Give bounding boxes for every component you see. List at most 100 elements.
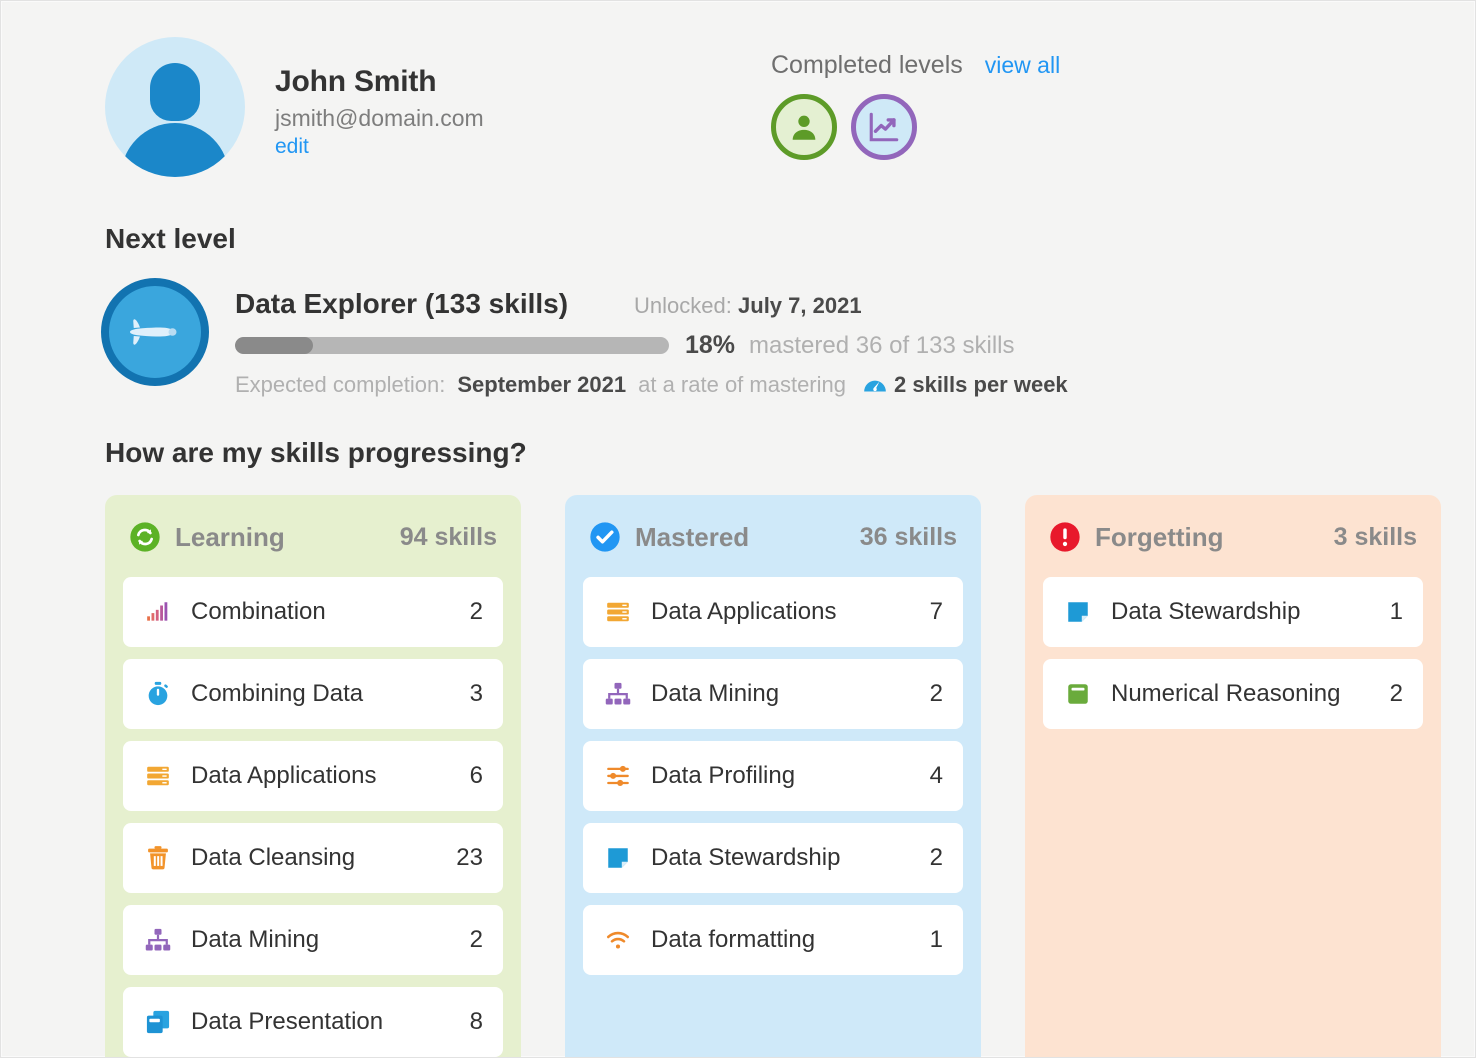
rate-value-text: 2 skills per week bbox=[894, 372, 1068, 397]
skill-label: Combination bbox=[191, 598, 326, 625]
hierarchy-icon bbox=[603, 680, 633, 708]
note-page-icon bbox=[1068, 602, 1088, 622]
note-page-icon bbox=[603, 845, 633, 871]
skill-row[interactable]: Data Cleansing 23 bbox=[123, 823, 503, 893]
skill-label: Data Mining bbox=[651, 680, 780, 707]
skill-label: Data Applications bbox=[651, 598, 837, 625]
skill-label: Data Presentation bbox=[191, 1008, 384, 1035]
column-count-mastered: 36 skills bbox=[859, 522, 957, 551]
progress-section-heading: How are my skills progressing? bbox=[105, 437, 527, 468]
skill-label: Data Stewardship bbox=[1111, 598, 1301, 625]
rate-prefix-text: at a rate of mastering bbox=[638, 372, 846, 397]
column-count-forgetting: 3 skills bbox=[1333, 522, 1417, 551]
skill-row[interactable]: Data formatting 1 bbox=[583, 905, 963, 975]
next-level-progress-row: 18% mastered 36 of 133 skills bbox=[235, 331, 1068, 360]
skills-dashboard-page: John Smith jsmith@domain.com edit Comple… bbox=[0, 0, 1476, 1058]
skill-row[interactable]: Data Stewardship 1 bbox=[1043, 577, 1423, 647]
progress-bar-track bbox=[235, 337, 669, 354]
note-page-icon bbox=[1063, 599, 1093, 625]
skill-row[interactable]: Data Stewardship 2 bbox=[583, 823, 963, 893]
skill-row[interactable]: Data Applications 7 bbox=[583, 577, 963, 647]
column-header-learning: Learning 94 skills bbox=[123, 509, 503, 565]
sliders-icon bbox=[607, 765, 629, 786]
column-label-learning: Learning bbox=[175, 521, 285, 552]
book-icon bbox=[1068, 684, 1088, 704]
view-all-link[interactable]: view all bbox=[985, 52, 1060, 79]
skill-row[interactable]: Combining Data 3 bbox=[123, 659, 503, 729]
skill-count: 4 bbox=[929, 762, 943, 789]
chart-badge-icon bbox=[869, 112, 899, 142]
stacked-cards-icon bbox=[146, 1010, 170, 1034]
skill-label: Data formatting bbox=[651, 926, 816, 953]
profile-section: John Smith jsmith@domain.com edit bbox=[105, 37, 484, 177]
bar-chart-icon bbox=[143, 599, 173, 625]
next-level-title-row: Data Explorer (133 skills) Unlocked: Jul… bbox=[235, 288, 1068, 320]
wifi-signal-icon bbox=[606, 931, 630, 949]
skill-count: 8 bbox=[469, 1008, 483, 1035]
trash-bin-icon bbox=[148, 846, 168, 870]
next-level-expected-row: Expected completion: September 2021 at a… bbox=[235, 372, 1068, 398]
edit-profile-link[interactable]: edit bbox=[275, 135, 484, 159]
exclamation-circle-icon bbox=[1050, 522, 1080, 552]
hierarchy-icon bbox=[605, 682, 631, 705]
hierarchy-icon bbox=[145, 928, 171, 951]
skill-label: Data Mining bbox=[191, 926, 320, 953]
stopwatch-icon bbox=[148, 681, 168, 706]
skill-label: Data Applications bbox=[191, 762, 377, 789]
server-stack-icon bbox=[143, 763, 173, 789]
column-label-mastered: Mastered bbox=[635, 521, 750, 552]
book-icon bbox=[1063, 681, 1093, 707]
trash-bin-icon bbox=[143, 844, 173, 872]
completed-badge-chart[interactable] bbox=[851, 94, 917, 160]
skill-column-forgetting: Forgetting 3 skills Data Stewardship 1 Numer… bbox=[1025, 495, 1441, 1057]
bar-chart-icon bbox=[147, 602, 168, 621]
completed-badges-list bbox=[771, 94, 1060, 160]
check-circle-icon bbox=[590, 522, 620, 552]
refresh-circle-icon bbox=[130, 522, 160, 552]
expected-completion-date: September 2021 bbox=[457, 372, 627, 397]
completed-levels-title: Completed levels bbox=[771, 51, 963, 79]
wifi-signal-icon bbox=[603, 927, 633, 953]
next-level-badge bbox=[101, 278, 209, 386]
avatar bbox=[105, 37, 245, 177]
stopwatch-icon bbox=[143, 680, 173, 708]
unlocked-label: Unlocked: bbox=[634, 293, 732, 318]
person-badge-icon bbox=[792, 115, 816, 140]
server-stack-icon bbox=[147, 766, 169, 786]
note-page-icon bbox=[608, 848, 628, 868]
column-header-forgetting: Forgetting 3 skills bbox=[1043, 509, 1423, 565]
progress-bar-fill bbox=[235, 337, 314, 354]
skill-row[interactable]: Data Mining 2 bbox=[583, 659, 963, 729]
expected-completion-label: Expected completion: bbox=[235, 372, 446, 397]
skill-label: Data Profiling bbox=[651, 762, 796, 789]
server-stack-icon bbox=[607, 602, 629, 622]
skill-label: Numerical Reasoning bbox=[1111, 680, 1341, 707]
skill-row[interactable]: Numerical Reasoning 2 bbox=[1043, 659, 1423, 729]
skill-row[interactable]: Data Applications 6 bbox=[123, 741, 503, 811]
skill-count: 2 bbox=[469, 926, 483, 953]
skill-count: 1 bbox=[929, 926, 943, 953]
skill-row[interactable]: Data Profiling 4 bbox=[583, 741, 963, 811]
hierarchy-icon bbox=[143, 926, 173, 954]
skill-label: Combining Data bbox=[191, 680, 364, 707]
next-level-name: Data Explorer (133 skills) bbox=[235, 288, 569, 319]
skill-count: 23 bbox=[456, 844, 483, 871]
skill-row[interactable]: Data Presentation 8 bbox=[123, 987, 503, 1057]
completed-levels-section: Completed levels view all bbox=[771, 51, 1060, 160]
profile-name: John Smith bbox=[275, 65, 437, 98]
next-level-heading: Next level bbox=[105, 223, 236, 254]
completed-levels-header: Completed levels view all bbox=[771, 51, 1060, 80]
skill-count: 7 bbox=[929, 598, 943, 625]
skill-count: 2 bbox=[929, 844, 943, 871]
progress-mastered-text: mastered 36 of 133 skills bbox=[749, 331, 1015, 359]
unlocked-date: July 7, 2021 bbox=[738, 293, 862, 318]
skill-row[interactable]: Data Mining 2 bbox=[123, 905, 503, 975]
skill-row[interactable]: Combination 2 bbox=[123, 577, 503, 647]
avatar-head-shape bbox=[150, 63, 200, 121]
column-header-mastered: Mastered 36 skills bbox=[583, 509, 963, 565]
skill-columns: Learning 94 skills Combination 2 Combining D… bbox=[105, 495, 1441, 1057]
completed-badge-person[interactable] bbox=[771, 94, 837, 160]
refresh-circle-icon bbox=[129, 521, 161, 553]
skill-column-learning: Learning 94 skills Combination 2 Combining D… bbox=[105, 495, 521, 1057]
column-count-learning: 94 skills bbox=[399, 522, 497, 551]
